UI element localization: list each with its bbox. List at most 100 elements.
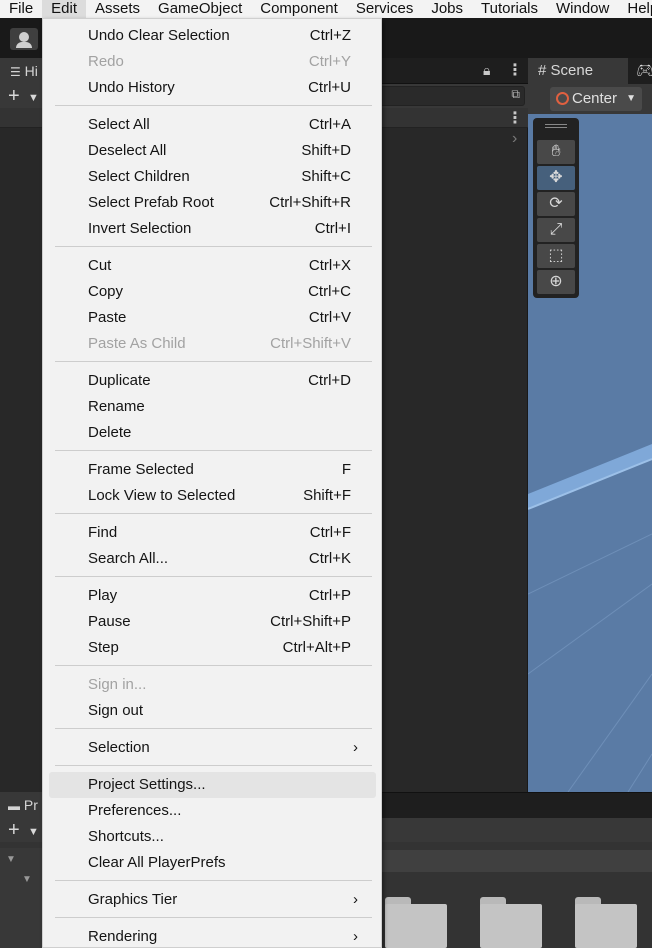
menu-item-label: Paste (88, 309, 127, 326)
account-icon[interactable] (10, 28, 38, 50)
menu-item-label: Rename (88, 398, 145, 415)
chevron-right-icon: › (353, 739, 358, 756)
menu-item-label: Delete (88, 424, 132, 441)
menu-item-redo: Redo Ctrl+Y (49, 49, 376, 75)
menu-item-frame-selected[interactable]: Frame Selected F (49, 457, 376, 483)
menu-item-shortcut: Ctrl+D (308, 372, 351, 389)
menu-item-pause[interactable]: Pause Ctrl+Shift+P (49, 609, 376, 635)
drag-handle[interactable] (545, 124, 567, 128)
menu-item-duplicate[interactable]: Duplicate Ctrl+D (49, 368, 376, 394)
tab-scene[interactable]: # Scene (528, 58, 628, 84)
expand-icon[interactable]: ▼ (6, 854, 16, 865)
more-options-icon[interactable]: ⋮ (507, 60, 523, 80)
menu-item-label: Project Settings... (88, 776, 206, 793)
scene-more-icon[interactable]: ⋮ (507, 108, 523, 128)
menu-item-play[interactable]: Play Ctrl+P (49, 583, 376, 609)
menu-item-label: Sign out (88, 702, 144, 719)
menu-item-find[interactable]: Find Ctrl+F (49, 520, 376, 546)
move-tool-icon[interactable]: ✥ (537, 166, 575, 190)
menu-item-undo-history[interactable]: Undo History Ctrl+U (49, 75, 376, 101)
lock-icon[interactable]: 🔒︎ (483, 62, 490, 79)
folder-icon[interactable] (480, 897, 542, 948)
menu-item-label: Duplicate (88, 372, 151, 389)
rotate-tool-icon[interactable]: ⟳ (537, 192, 575, 216)
menu-item-label: Step (88, 639, 119, 656)
menu-item-label: Cut (88, 257, 112, 274)
add-icon[interactable]: + (8, 86, 20, 106)
rect-tool-icon[interactable]: ⬚ (537, 244, 575, 268)
search-type-icon[interactable]: ⧉ (511, 87, 520, 102)
folder-icon[interactable] (575, 897, 637, 948)
gamepad-icon[interactable]: 🎮︎ (636, 62, 652, 79)
menu-item-lock-view-to-selected[interactable]: Lock View to Selected Shift+F (49, 483, 376, 509)
menu-item-preferences[interactable]: Preferences... (49, 798, 376, 824)
menu-item-shortcuts[interactable]: Shortcuts... (49, 824, 376, 850)
menu-item-deselect-all[interactable]: Deselect All Shift+D (49, 138, 376, 164)
menu-separator (55, 246, 372, 247)
pivot-center-button[interactable]: Center ▼ (550, 87, 642, 111)
menu-bar: File Edit Assets GameObject Component Service… (0, 0, 652, 18)
menu-item-select-children[interactable]: Select Children Shift+C (49, 164, 376, 190)
menu-item-select-prefab-root[interactable]: Select Prefab Root Ctrl+Shift+R (49, 190, 376, 216)
hierarchy-search-input[interactable]: ⧉ (380, 86, 525, 106)
menu-item-step[interactable]: Step Ctrl+Alt+P (49, 635, 376, 661)
tab-hierarchy-label: Hi (24, 63, 38, 79)
menubar-item-help[interactable]: Help (618, 0, 652, 18)
menubar-item-tutorials[interactable]: Tutorials (472, 0, 547, 18)
hand-tool-icon[interactable]: ✋︎ (537, 140, 575, 164)
menu-item-select-all[interactable]: Select All Ctrl+A (49, 112, 376, 138)
transform-tool-icon[interactable]: ⊕ (537, 270, 575, 294)
menu-separator (55, 105, 372, 106)
menu-item-shortcut: Shift+D (301, 142, 351, 159)
menu-item-shortcut: Ctrl+Z (309, 27, 351, 44)
menubar-item-gameobject[interactable]: GameObject (149, 0, 251, 18)
chevron-down-icon[interactable]: ▼ (28, 822, 39, 842)
expand-icon[interactable]: ▼ (22, 874, 32, 885)
menubar-item-jobs[interactable]: Jobs (422, 0, 472, 18)
menu-item-sign-out[interactable]: Sign out (49, 698, 376, 724)
menu-item-label: Undo Clear Selection (88, 27, 230, 44)
menubar-item-file[interactable]: File (0, 0, 42, 18)
menu-item-cut[interactable]: Cut Ctrl+X (49, 253, 376, 279)
menu-item-shortcut: Ctrl+Shift+V (270, 335, 351, 352)
menu-item-label: Frame Selected (88, 461, 194, 478)
add-icon[interactable]: + (8, 820, 20, 840)
menu-item-label: Clear All PlayerPrefs (88, 854, 226, 871)
menu-item-label: Preferences... (88, 802, 182, 819)
menu-item-label: Play (88, 587, 118, 604)
menu-item-project-settings[interactable]: Project Settings... (49, 772, 376, 798)
tab-project-label: Pr (23, 797, 38, 813)
menubar-item-edit[interactable]: Edit (42, 0, 87, 18)
chevron-right-icon: › (353, 891, 358, 908)
menu-item-paste[interactable]: Paste Ctrl+V (49, 305, 376, 331)
menubar-item-services[interactable]: Services (347, 0, 423, 18)
menu-item-shortcut: F (341, 461, 351, 478)
menu-item-label: Copy (88, 283, 124, 300)
menubar-item-assets[interactable]: Assets (86, 0, 149, 18)
chevron-right-icon: › (353, 928, 358, 945)
menu-item-clear-all-playerprefs[interactable]: Clear All PlayerPrefs (49, 850, 376, 876)
menu-item-delete[interactable]: Delete (49, 420, 376, 446)
menu-item-rename[interactable]: Rename (49, 394, 376, 420)
menu-item-shortcut: Ctrl+K (308, 550, 351, 567)
chevron-down-icon[interactable]: ▼ (28, 88, 39, 108)
menu-item-shortcut: Ctrl+A (308, 116, 351, 133)
chevron-right-icon[interactable]: › (512, 130, 517, 148)
scale-tool-icon[interactable]: ⤢ (537, 218, 575, 242)
menu-item-search-all[interactable]: Search All... Ctrl+K (49, 546, 376, 572)
menu-item-invert-selection[interactable]: Invert Selection Ctrl+I (49, 216, 376, 242)
menu-item-selection[interactable]: Selection › (49, 735, 376, 761)
tab-hierarchy[interactable]: ☰ Hi (0, 58, 48, 84)
folder-icon[interactable] (385, 897, 447, 948)
menu-item-undo-clear-selection[interactable]: Undo Clear Selection Ctrl+Z (49, 23, 376, 49)
menu-item-label: Paste As Child (88, 335, 186, 352)
tab-project[interactable]: ▬ Pr (0, 792, 48, 818)
menu-item-rendering[interactable]: Rendering › (49, 924, 376, 948)
menubar-item-window[interactable]: Window (547, 0, 618, 18)
menu-item-graphics-tier[interactable]: Graphics Tier › (49, 887, 376, 913)
menu-item-shortcut: Ctrl+P (308, 587, 351, 604)
menu-item-shortcut: Ctrl+Shift+R (269, 194, 351, 211)
menu-item-label: Selection (88, 739, 150, 756)
menubar-item-component[interactable]: Component (251, 0, 347, 18)
menu-item-copy[interactable]: Copy Ctrl+C (49, 279, 376, 305)
